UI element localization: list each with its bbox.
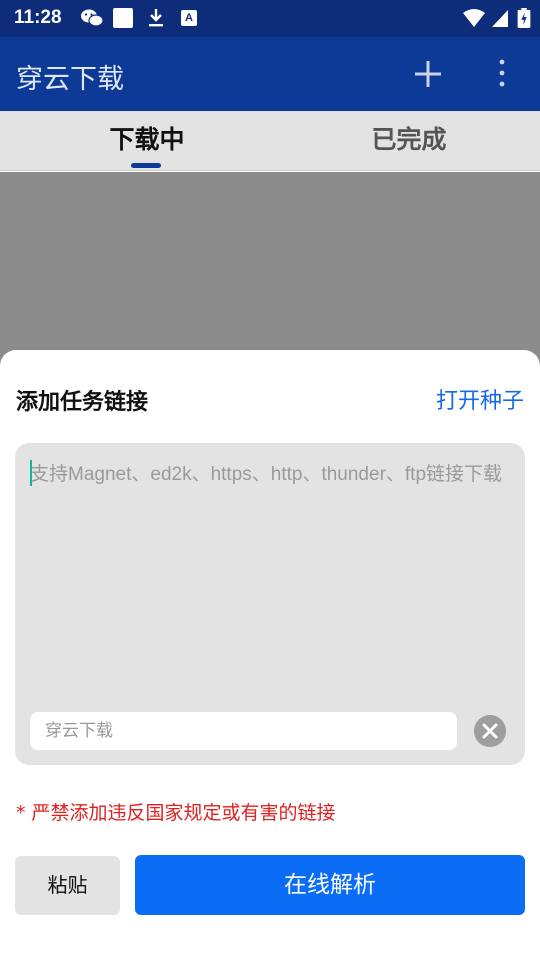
open-torrent-link[interactable]: 打开种子 [436, 383, 524, 415]
battery-charging-icon [517, 8, 531, 28]
warning-text: * 严禁添加违反国家规定或有害的链接 [16, 802, 336, 824]
notification-square-icon [113, 8, 133, 28]
status-time: 11:28 [14, 7, 62, 28]
tab-indicator [131, 163, 161, 168]
paste-button[interactable]: 粘贴 [15, 856, 120, 915]
tab-bar: 下载中 已完成 [0, 111, 540, 171]
download-notification-icon [149, 9, 163, 27]
status-bar: 11:28 A [0, 0, 540, 37]
add-icon[interactable] [408, 53, 448, 93]
text-caret [30, 460, 32, 486]
parse-online-button[interactable]: 在线解析 [135, 855, 525, 915]
task-name-input[interactable] [30, 712, 457, 750]
app-bar: 穿云下载 [0, 37, 540, 111]
wifi-icon [463, 9, 485, 27]
more-options-icon[interactable] [490, 56, 514, 92]
url-textarea[interactable]: 支持Magnet、ed2k、https、http、thunder、ftp链接下载 [15, 443, 525, 765]
tab-completed[interactable]: 已完成 [274, 111, 540, 171]
clear-icon[interactable] [474, 715, 506, 747]
signal-icon [492, 10, 508, 27]
app-title: 穿云下载 [16, 64, 124, 95]
url-placeholder: 支持Magnet、ed2k、https、http、thunder、ftp链接下载 [30, 464, 503, 485]
a-notification-icon: A [181, 10, 197, 26]
sheet-title: 添加任务链接 [16, 390, 149, 415]
tab-downloading[interactable]: 下载中 [12, 111, 282, 171]
wechat-icon [81, 9, 104, 27]
add-task-sheet: 添加任务链接 打开种子 支持Magnet、ed2k、https、http、thu… [0, 350, 540, 960]
